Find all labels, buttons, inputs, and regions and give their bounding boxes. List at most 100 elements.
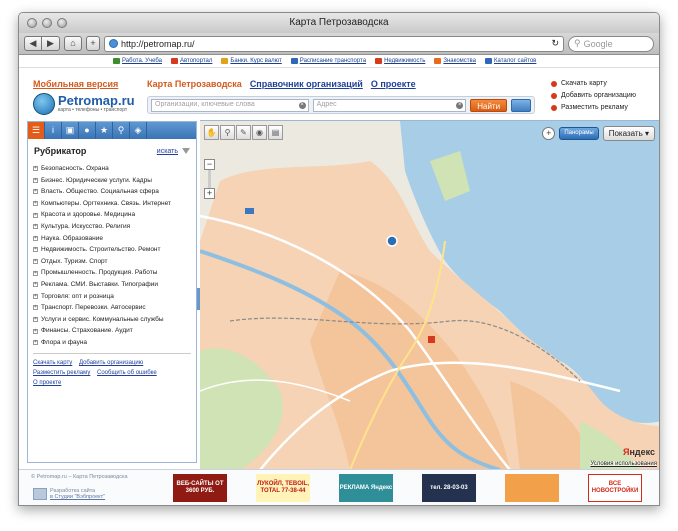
ad-banner[interactable]: ВЕБ-САЙТЫ ОТ 3600 РУБ.: [173, 474, 227, 502]
expand-icon[interactable]: +: [33, 247, 38, 253]
terms-link[interactable]: Условия использования: [590, 461, 657, 467]
zoom-in-button[interactable]: +: [204, 188, 215, 199]
category-item[interactable]: + Недвижимость. Строительство. Ремонт: [33, 244, 191, 256]
category-item[interactable]: + Компьютеры. Оргтехника. Связь. Интернет: [33, 198, 191, 210]
close-window-button[interactable]: [27, 18, 37, 28]
sidebar-ads[interactable]: Разместить рекламу: [33, 370, 90, 376]
search-options-icon[interactable]: [511, 98, 531, 112]
filter-icon[interactable]: [182, 148, 190, 154]
ruler-tool-icon[interactable]: ✎: [236, 125, 251, 140]
bookmark-item[interactable]: Недвижимость: [375, 58, 425, 64]
category-item[interactable]: + Флора и фауна: [33, 337, 191, 349]
category-item[interactable]: + Транспорт. Перевозки. Автосервис: [33, 302, 191, 314]
tab-favorites[interactable]: ★: [96, 122, 113, 139]
bookmark-item[interactable]: Работа. Учеба: [113, 58, 162, 64]
bookmark-item[interactable]: Расписание транспорта: [290, 58, 366, 64]
map-canvas[interactable]: [200, 121, 660, 469]
forward-button[interactable]: ▶: [42, 36, 60, 51]
nav-about[interactable]: О проекте: [371, 79, 416, 89]
zoom-out-button[interactable]: −: [204, 159, 215, 170]
tab-search[interactable]: ⚲: [113, 122, 130, 139]
print-tool-icon[interactable]: ▤: [268, 125, 283, 140]
address-bar[interactable]: http://petromap.ru/ ↻: [104, 35, 564, 52]
clear-org-icon[interactable]: ×: [298, 101, 306, 109]
sidebar-add-org[interactable]: Добавить организацию: [79, 360, 143, 366]
expand-icon[interactable]: +: [33, 189, 38, 195]
nav-directory[interactable]: Справочник организаций: [250, 79, 363, 89]
tab-transport[interactable]: ▣: [62, 122, 79, 139]
download-map-link[interactable]: Скачать карту: [551, 80, 636, 87]
expand-icon[interactable]: +: [33, 235, 38, 241]
category-item[interactable]: + Торговля: опт и розница: [33, 291, 191, 303]
category-item[interactable]: + Промышленность. Продукция. Работы: [33, 267, 191, 279]
ad-banner[interactable]: ВСЕ НОВОСТРОЙКИ: [588, 474, 642, 502]
browser-search-field[interactable]: ⚲ Google: [568, 35, 654, 52]
category-item[interactable]: + Финансы. Страхование. Аудит: [33, 325, 191, 337]
sidebar-report-error[interactable]: Сообщить об ошибке: [97, 370, 157, 376]
bookmark-item[interactable]: Автопортал: [170, 58, 212, 64]
expand-icon[interactable]: +: [33, 305, 38, 311]
mobile-version-link[interactable]: Мобильная версия: [33, 79, 118, 89]
category-item[interactable]: + Услуги и сервис. Коммунальные службы: [33, 314, 191, 326]
tab-info[interactable]: i: [45, 122, 62, 139]
ad-banner[interactable]: тел. 28-03-03: [422, 474, 476, 502]
sidebar-download-map[interactable]: Скачать карту: [33, 360, 72, 366]
show-dropdown[interactable]: Показать ▾: [602, 126, 655, 141]
locate-icon[interactable]: +: [542, 127, 556, 140]
poi-marker[interactable]: [428, 336, 435, 343]
category-item[interactable]: + Бизнес. Юридические услуги. Кадры: [33, 175, 191, 187]
location-marker[interactable]: [386, 235, 398, 247]
category-item[interactable]: + Культура. Искусство. Религия: [33, 221, 191, 233]
minimize-window-button[interactable]: [42, 18, 52, 28]
site-logo[interactable]: Petromap.ru карта • телефоны • транспорт: [33, 93, 135, 115]
magnifier-tool-icon[interactable]: ⚲: [220, 125, 235, 140]
category-item[interactable]: + Реклама. СМИ. Выставки. Типографии: [33, 279, 191, 291]
expand-icon[interactable]: +: [33, 201, 38, 207]
category-item[interactable]: + Наука. Образование: [33, 233, 191, 245]
clear-address-icon[interactable]: ×: [456, 101, 464, 109]
new-tab-button[interactable]: +: [86, 36, 100, 51]
bookmark-item[interactable]: Банки. Курс валют: [221, 58, 282, 64]
bookmark-item[interactable]: Каталог сайтов: [485, 58, 536, 64]
add-org-link[interactable]: Добавить организацию: [551, 92, 636, 99]
ad-banner[interactable]: [505, 474, 559, 502]
expand-icon[interactable]: +: [33, 340, 38, 346]
bookmark-item[interactable]: Знакомства: [434, 58, 476, 64]
expand-icon[interactable]: +: [33, 270, 38, 276]
expand-icon[interactable]: +: [33, 328, 38, 334]
expand-icon[interactable]: +: [33, 166, 38, 172]
find-button[interactable]: Найти: [470, 98, 508, 112]
home-button[interactable]: ⌂: [64, 36, 82, 51]
reload-icon[interactable]: ↻: [551, 38, 559, 49]
tab-layers[interactable]: ◈: [130, 122, 147, 139]
layers-tool-icon[interactable]: ◉: [252, 125, 267, 140]
nav-map[interactable]: Карта Петрозаводска: [147, 79, 242, 89]
expand-icon[interactable]: +: [33, 224, 38, 230]
expand-icon[interactable]: +: [33, 282, 38, 288]
panorama-button[interactable]: Панорамы: [559, 127, 599, 140]
category-item[interactable]: + Власть. Общество. Социальная сфера: [33, 186, 191, 198]
org-search-input[interactable]: Организации, ключевые слова ×: [151, 98, 309, 112]
poi-badge[interactable]: [245, 208, 254, 214]
address-search-input[interactable]: Адрес ×: [312, 98, 467, 112]
expand-icon[interactable]: +: [33, 293, 38, 299]
sidebar-about[interactable]: О проекте: [33, 380, 61, 386]
rubricator-find-link[interactable]: искать: [157, 148, 178, 155]
expand-icon[interactable]: +: [33, 212, 38, 218]
category-item[interactable]: + Отдых. Туризм. Спорт: [33, 256, 191, 268]
ad-banner[interactable]: РЕКЛАМА Яндекс: [339, 474, 393, 502]
ads-link[interactable]: Разместить рекламу: [551, 104, 636, 111]
expand-icon[interactable]: +: [33, 317, 38, 323]
ad-banner[interactable]: ЛУКОЙЛ, TEBOIL, TOTAL 77-38-44: [256, 474, 310, 502]
category-item[interactable]: + Красота и здоровье. Медицина: [33, 209, 191, 221]
expand-icon[interactable]: +: [33, 177, 38, 183]
zoom-window-button[interactable]: [57, 18, 67, 28]
hand-tool-icon[interactable]: ✋: [204, 125, 219, 140]
expand-icon[interactable]: +: [33, 259, 38, 265]
map-view[interactable]: ✋ ⚲ ✎ ◉ ▤ − + + Панорамы Показать ▾ Янде…: [200, 120, 660, 469]
zoom-slider[interactable]: [208, 170, 211, 188]
tab-rubricator[interactable]: ☰: [28, 122, 45, 139]
back-button[interactable]: ◀: [24, 36, 42, 51]
tab-places[interactable]: ●: [79, 122, 96, 139]
category-item[interactable]: + Безопасность. Охрана: [33, 163, 191, 175]
